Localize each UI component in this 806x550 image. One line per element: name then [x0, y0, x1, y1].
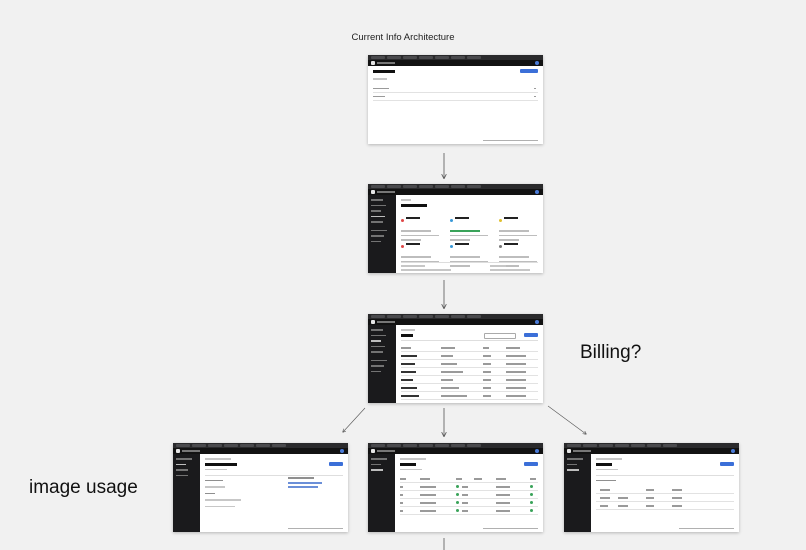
annotation-billing: Billing?	[580, 342, 642, 363]
screen-organizations	[368, 55, 543, 144]
screen-versions-table	[564, 443, 739, 532]
arrow-images-to-overview	[343, 407, 366, 432]
annotation-image-usage: image usage	[29, 477, 138, 498]
arrow-images-to-versions-table	[547, 405, 586, 434]
screen-cloud-dashboard	[368, 184, 543, 273]
screen-images-list	[368, 314, 543, 403]
screen-image-overview	[173, 443, 348, 532]
screen-versions-list	[368, 443, 543, 532]
